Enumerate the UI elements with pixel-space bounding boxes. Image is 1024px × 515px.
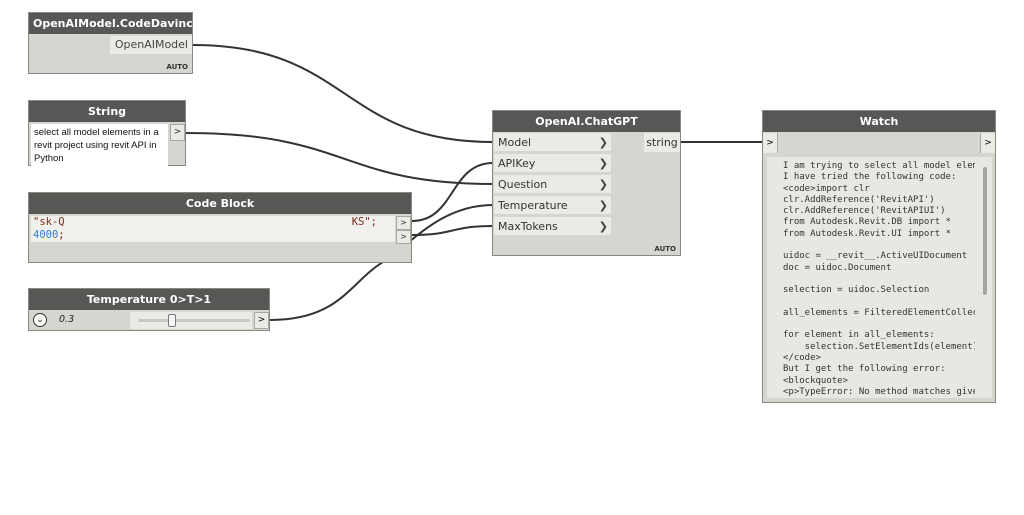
watch-output-text: I am trying to select all model eleme I h… xyxy=(783,161,975,398)
openai-model-node[interactable]: OpenAIModel.CodeDavinci_002 OpenAIModel … xyxy=(28,12,193,74)
node-title[interactable]: Temperature 0>T>1 xyxy=(29,289,269,310)
input-port-maxtokens[interactable]: MaxTokens ❯ xyxy=(494,217,611,236)
auto-label: AUTO xyxy=(166,63,188,71)
chevron-down-icon[interactable]: ⌄ xyxy=(33,313,47,327)
watch-line: from Autodesk.Revit.DB import * xyxy=(783,217,951,228)
output-port[interactable]: > xyxy=(980,133,995,153)
output-port-line-2[interactable]: > xyxy=(396,230,411,244)
watch-line: </code> xyxy=(783,353,821,364)
watch-line: <blockquote> xyxy=(783,375,849,386)
chevron-right-icon: ❯ xyxy=(598,136,608,149)
watch-node[interactable]: Watch > > I am trying to select all mode… xyxy=(762,110,996,403)
input-port-apikey[interactable]: APIKey ❯ xyxy=(494,154,611,173)
slider-value: 0.3 xyxy=(59,314,75,325)
node-title[interactable]: String xyxy=(29,101,185,122)
chevron-right-icon: ❯ xyxy=(598,220,608,233)
auto-label: AUTO xyxy=(654,245,676,253)
port-label: Question xyxy=(498,178,548,191)
watch-line: selection.SetElementIds(element) xyxy=(783,341,975,352)
watch-line: But I get the following error: xyxy=(783,364,946,375)
code-line-1: "sk-Q KS"; xyxy=(31,216,395,229)
input-port-question[interactable]: Question ❯ xyxy=(494,175,611,194)
port-label: Temperature xyxy=(498,199,568,212)
watch-line xyxy=(783,297,975,308)
port-label: APIKey xyxy=(498,157,536,170)
node-title[interactable]: OpenAI.ChatGPT xyxy=(493,111,680,132)
wire-model-to-chatgpt[interactable] xyxy=(192,44,494,143)
code-block-node[interactable]: Code Block "sk-Q KS"; 4000; > > xyxy=(28,192,412,263)
output-port-openaimodel[interactable]: OpenAIModel xyxy=(109,36,192,54)
wire-maxtokens[interactable] xyxy=(411,225,494,236)
output-port[interactable]: > xyxy=(170,124,185,141)
input-port-model[interactable]: Model ❯ xyxy=(494,133,611,152)
port-label: MaxTokens xyxy=(498,220,558,233)
slider-track[interactable] xyxy=(138,319,250,322)
output-port-line-1[interactable]: > xyxy=(396,216,411,230)
watch-line: doc = uidoc.Document xyxy=(783,262,892,273)
watch-line xyxy=(783,240,975,251)
slider-body: ⌄ 0.3 > xyxy=(29,311,269,330)
node-title[interactable]: Code Block xyxy=(29,193,411,214)
watch-line: <p>TypeError: No method matches given xyxy=(783,386,975,397)
watch-line xyxy=(783,319,975,330)
temperature-slider-node[interactable]: Temperature 0>T>1 ⌄ 0.3 > xyxy=(28,288,270,331)
input-port-temperature[interactable]: Temperature ❯ xyxy=(494,196,611,215)
chevron-right-icon: ❯ xyxy=(598,178,608,191)
watch-line: from Autodesk.Revit.UI import * xyxy=(783,228,951,239)
code-line-2: 4000; xyxy=(31,229,395,242)
code-editor[interactable]: "sk-Q KS"; 4000; xyxy=(31,216,395,242)
watch-line: selection = uidoc.Selection xyxy=(783,285,930,296)
watch-line: all_elements = FilteredElementCollect xyxy=(783,307,975,318)
max-tokens-number: 4000 xyxy=(33,229,59,241)
slider-thumb[interactable] xyxy=(167,314,176,327)
string-node[interactable]: String select all model elements in a re… xyxy=(28,100,186,166)
scrollbar[interactable] xyxy=(983,167,987,295)
api-key-string-end: KS"; xyxy=(351,216,377,228)
watch-line: clr.AddReference('RevitAPIUI') xyxy=(783,206,946,217)
watch-output-panel[interactable]: I am trying to select all model eleme I h… xyxy=(767,157,992,398)
wire-apikey[interactable] xyxy=(411,162,494,222)
watch-line: <code>import clr xyxy=(783,183,870,194)
semicolon: ; xyxy=(58,229,65,241)
api-key-string-start: "sk-Q xyxy=(33,216,65,228)
watch-line: uidoc = __revit__.ActiveUIDocument xyxy=(783,251,968,262)
node-title[interactable]: Watch xyxy=(763,111,995,132)
chevron-right-icon: ❯ xyxy=(598,199,608,212)
openai-chatgpt-node[interactable]: OpenAI.ChatGPT Model ❯ APIKey ❯ Question ❯ … xyxy=(492,110,681,256)
port-label: Model xyxy=(498,136,532,149)
string-value-input[interactable]: select all model elements in a revit pro… xyxy=(31,124,168,166)
input-port[interactable]: > xyxy=(763,133,778,153)
watch-line: for element in all_elements: xyxy=(783,330,935,341)
chevron-right-icon: ❯ xyxy=(598,157,608,170)
output-port[interactable]: > xyxy=(254,312,269,329)
wire-string-to-question[interactable] xyxy=(185,132,494,185)
watch-line: I have tried the following code: xyxy=(783,172,957,183)
slider[interactable] xyxy=(130,312,252,329)
output-port-string[interactable]: string xyxy=(644,133,680,152)
node-title[interactable]: OpenAIModel.CodeDavinci_002 xyxy=(29,13,192,34)
watch-line: clr.AddReference('RevitAPI') xyxy=(783,194,935,205)
watch-line xyxy=(783,274,975,285)
watch-line: I am trying to select all model eleme xyxy=(783,161,975,171)
